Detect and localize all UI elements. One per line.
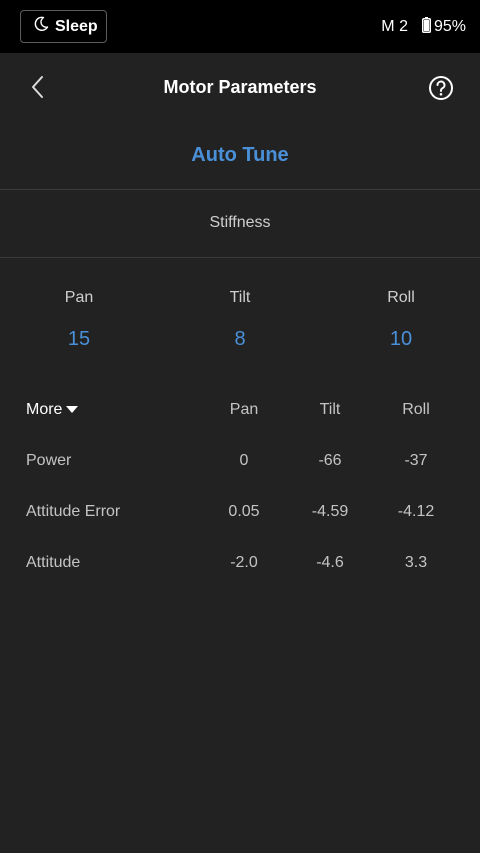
stiffness-pan: Pan 15	[39, 289, 119, 351]
row-label: Power	[26, 452, 72, 469]
moon-icon	[33, 16, 55, 37]
cell-value: 0.05	[228, 503, 260, 520]
row-label: Attitude Error	[26, 503, 121, 520]
stiffness-value[interactable]: 10	[361, 328, 441, 351]
cell-value: 3.3	[404, 554, 428, 571]
battery-indicator: 95%	[421, 16, 466, 38]
sleep-label: Sleep	[55, 17, 98, 35]
divider	[0, 257, 480, 258]
column-header-roll: Roll	[402, 401, 430, 418]
column-header-pan: Pan	[229, 401, 259, 418]
row-label: Attitude	[26, 554, 81, 571]
battery-icon	[421, 16, 434, 38]
stiffness-roll: Roll 10	[361, 289, 441, 351]
axis-name: Roll	[387, 289, 415, 306]
table-row: Power 0 -66 -37	[0, 452, 480, 476]
mode-indicator: M 2	[381, 18, 408, 35]
divider	[0, 189, 480, 190]
help-button[interactable]	[428, 75, 454, 101]
header: Motor Parameters	[0, 53, 480, 123]
axis-name: Pan	[64, 289, 94, 306]
more-label: More	[26, 401, 63, 418]
status-indicators: M 2 95%	[381, 16, 466, 38]
table-header: More Pan Tilt Roll	[0, 401, 480, 425]
cell-value: 0	[239, 452, 249, 469]
table-row: Attitude Error 0.05 -4.59 -4.12	[0, 503, 480, 527]
cell-value: -4.59	[311, 503, 349, 520]
stiffness-tilt: Tilt 8	[200, 289, 280, 351]
caret-down-icon	[62, 401, 79, 419]
stiffness-value[interactable]: 8	[200, 328, 280, 351]
column-header-tilt: Tilt	[319, 401, 341, 418]
stiffness-label: Stiffness	[209, 214, 271, 231]
cell-value: -4.12	[397, 503, 435, 520]
cell-value: -37	[404, 452, 428, 469]
stiffness-value[interactable]: 15	[39, 328, 119, 351]
sleep-button[interactable]: Sleep	[20, 10, 107, 43]
battery-percent: 95%	[433, 18, 466, 35]
page-title: Motor Parameters	[163, 77, 317, 97]
question-circle-icon	[428, 76, 454, 105]
more-dropdown[interactable]: More	[26, 401, 79, 419]
auto-tune-button[interactable]: Auto Tune	[0, 144, 480, 167]
status-bar: Sleep M 2 95%	[0, 0, 480, 53]
axis-name: Tilt	[229, 289, 251, 306]
cell-value: -66	[318, 452, 342, 469]
cell-value: -4.6	[316, 554, 344, 571]
cell-value: -2.0	[230, 554, 258, 571]
table-row: Attitude -2.0 -4.6 3.3	[0, 554, 480, 578]
